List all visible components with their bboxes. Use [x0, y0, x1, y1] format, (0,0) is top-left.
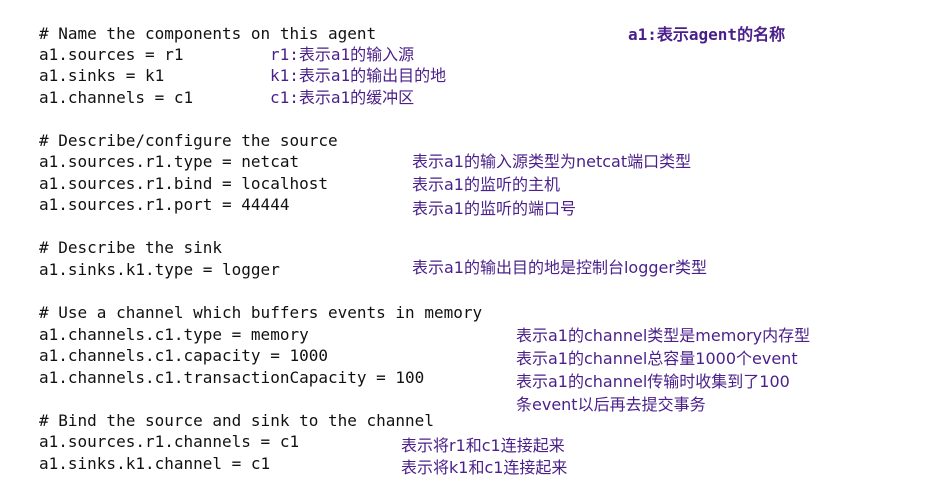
- code-sink-type: a1.sinks.k1.type = logger: [39, 260, 280, 279]
- code-channel-txn-capacity: a1.channels.c1.transactionCapacity = 100: [39, 368, 425, 387]
- comment-bind: # Bind the source and sink to the channe…: [39, 411, 434, 430]
- annotation-agent-name: a1:表示agent的名称: [628, 25, 786, 44]
- code-source-port: a1.sources.r1.port = 44444: [39, 195, 290, 214]
- code-sinks: a1.sinks = k1: [39, 66, 165, 85]
- annotation-source-type: 表示a1的输入源类型为netcat端口类型: [412, 152, 692, 171]
- code-channel-capacity: a1.channels.c1.capacity = 1000: [39, 346, 328, 365]
- annotation-channel-type: 表示a1的channel类型是memory内存型: [516, 326, 811, 345]
- annotation-c1: c1:表示a1的缓冲区: [270, 88, 415, 107]
- annotation-channel-txn-2: 条event以后再去提交事务: [516, 395, 706, 414]
- annotation-sink-type: 表示a1的输出目的地是控制台logger类型: [412, 258, 707, 277]
- code-sink-channel: a1.sinks.k1.channel = c1: [39, 454, 271, 473]
- code-channels: a1.channels = c1: [39, 88, 194, 107]
- annotation-source-port: 表示a1的监听的端口号: [412, 199, 576, 218]
- annotation-k1: k1:表示a1的输出目的地: [270, 66, 447, 85]
- annotation-r1: r1:表示a1的输入源: [270, 45, 415, 64]
- code-sources: a1.sources = r1: [39, 45, 184, 64]
- code-source-channels: a1.sources.r1.channels = c1: [39, 432, 300, 451]
- comment-use-channel: # Use a channel which buffers events in …: [39, 303, 483, 322]
- annotation-channel-txn-1: 表示a1的channel传输时收集到了100: [516, 372, 790, 391]
- code-source-bind: a1.sources.r1.bind = localhost: [39, 174, 328, 193]
- code-channel-type: a1.channels.c1.type = memory: [39, 325, 309, 344]
- comment-name-components: # Name the components on this agent: [39, 24, 377, 43]
- code-source-type: a1.sources.r1.type = netcat: [39, 152, 300, 171]
- annotation-bind-source: 表示将r1和c1连接起来: [401, 436, 565, 455]
- comment-configure-source: # Describe/configure the source: [39, 131, 338, 150]
- annotation-bind-sink: 表示将k1和c1连接起来: [401, 458, 568, 477]
- annotation-source-bind: 表示a1的监听的主机: [412, 175, 560, 194]
- page: { "code_lines": { "l1": "# Name the comp…: [0, 0, 950, 499]
- comment-describe-sink: # Describe the sink: [39, 238, 223, 257]
- annotation-channel-capacity: 表示a1的channel总容量1000个event: [516, 349, 798, 368]
